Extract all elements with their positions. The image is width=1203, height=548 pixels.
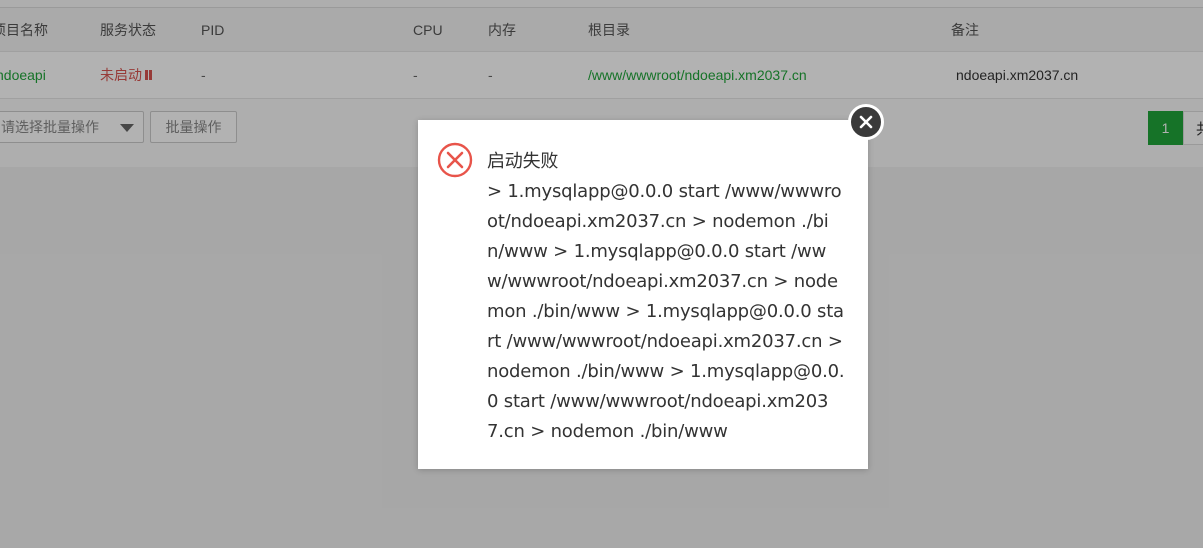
project-manager-page: 项目名称 服务状态 PID CPU 内存 根目录 备注 ndoeapi 未启动 … (0, 0, 1203, 548)
error-message: 启动失败 > 1.mysqlapp@0.0.0 start /www/wwwro… (487, 147, 845, 447)
error-dialog: 启动失败 > 1.mysqlapp@0.0.0 start /www/wwwro… (418, 120, 868, 469)
close-dialog-button[interactable] (848, 104, 884, 140)
error-title: 启动失败 (487, 151, 559, 172)
close-icon (859, 115, 873, 129)
error-icon (437, 142, 473, 178)
error-detail: > 1.mysqlapp@0.0.0 start /www/wwwroot/nd… (487, 181, 849, 442)
